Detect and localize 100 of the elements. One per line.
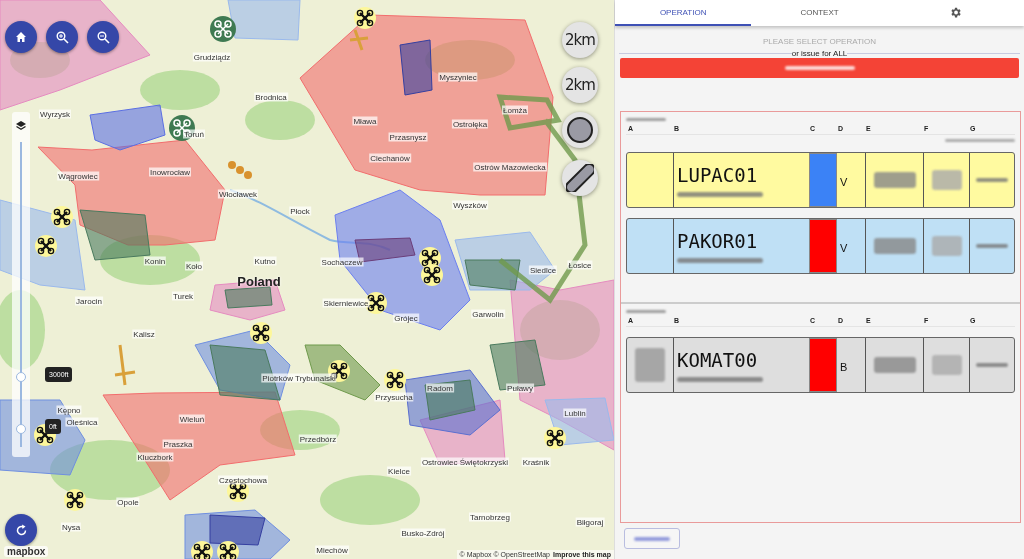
blurred-text <box>873 238 916 254</box>
callsign: PAKOR01 <box>677 229 758 252</box>
place-label: Sochaczew <box>320 257 364 267</box>
place-label: Ostrołęka <box>451 119 489 129</box>
drone-marker[interactable] <box>35 235 57 257</box>
blurred-text <box>931 236 962 256</box>
place-label: Skierniewice <box>322 298 370 308</box>
operation-row[interactable]: LUPAC01 V <box>626 152 1015 208</box>
row-code: B <box>840 361 848 373</box>
place-label: Nysa <box>60 522 82 532</box>
place-label: Kluczbork <box>136 452 174 462</box>
aircraft-marker[interactable] <box>113 343 137 387</box>
place-label: Koło <box>185 261 203 271</box>
blurred-text <box>931 355 962 375</box>
place-label: Wągrowiec <box>57 171 99 181</box>
blurred-text <box>873 172 916 188</box>
place-label: Kraśnik <box>521 457 551 467</box>
blurred-text <box>976 244 1008 248</box>
settings-icon <box>949 5 963 19</box>
blurred-text <box>873 357 916 373</box>
zoom-out-icon <box>96 30 110 44</box>
home-icon <box>15 31 27 43</box>
place-label: Puławy <box>506 383 534 393</box>
place-label: Siedlce <box>528 265 558 275</box>
blurred-text <box>976 363 1008 367</box>
operation-row[interactable]: KOMAT00 B <box>626 337 1015 393</box>
place-label: Przasnysz <box>388 132 428 142</box>
place-label: Tarnobrzeg <box>469 512 511 522</box>
place-label: Piotrków Trybunalski <box>261 373 337 383</box>
place-label: Wyrzysk <box>38 109 72 119</box>
blurred-text <box>626 310 666 313</box>
place-label: Przedbórz <box>298 434 338 444</box>
blurred-text <box>945 139 1015 142</box>
capsule-icon <box>566 164 594 192</box>
place-label: Grójec <box>393 313 419 323</box>
select-operation-prompt: PLEASE SELECT OPERATION <box>761 37 878 46</box>
place-label: Opole <box>116 497 140 507</box>
drone-marker[interactable] <box>421 264 443 286</box>
place-label: Kalisz <box>132 329 156 339</box>
drone-marker[interactable] <box>544 427 566 449</box>
row-code: V <box>840 176 848 188</box>
place-label: Inowrocław <box>149 167 191 177</box>
drone-marker[interactable] <box>217 541 239 559</box>
place-label: Łosice <box>567 260 593 270</box>
airspace-zone[interactable] <box>544 397 614 446</box>
airspace-zone[interactable] <box>209 514 266 546</box>
blurred-text <box>976 178 1008 182</box>
place-label: Miechów <box>315 545 349 555</box>
place-label: Toruń <box>183 129 205 139</box>
place-label: Łomża <box>502 105 528 115</box>
place-label: Kielce <box>387 466 411 476</box>
drone-marker[interactable] <box>210 16 236 42</box>
tab[interactable]: OPERATION <box>615 0 752 26</box>
place-label: Garwolin <box>471 309 505 319</box>
drone-marker[interactable] <box>64 489 86 511</box>
place-label: Turek <box>171 291 195 301</box>
blurred-text <box>626 118 666 121</box>
callsign: LUPAC01 <box>677 163 758 186</box>
slider-handle[interactable] <box>16 371 26 382</box>
drone-marker[interactable] <box>384 369 406 391</box>
place-label: Płock <box>289 206 311 216</box>
callsign: KOMAT00 <box>677 348 758 371</box>
place-label: Radom <box>426 383 454 393</box>
place-label: Oleśnica <box>65 417 99 427</box>
place-label: Lublin <box>563 408 587 418</box>
drone-marker[interactable] <box>51 206 73 228</box>
row-code: V <box>840 242 848 254</box>
place-label: Wieluń <box>178 414 206 424</box>
place-label: Ciechanów <box>369 153 411 163</box>
slider-handle[interactable] <box>16 423 26 434</box>
place-label: Myszyniec <box>438 72 478 82</box>
circle-icon <box>567 117 593 143</box>
place-label: Brodnica <box>254 92 288 102</box>
place-label: Wyszków <box>452 200 488 210</box>
place-label: Częstochowa <box>218 475 268 485</box>
place-label: Jarocin <box>75 296 103 306</box>
place-label: Konin <box>143 256 167 266</box>
refresh-icon <box>14 523 28 537</box>
tab[interactable]: CONTEXT <box>751 0 888 26</box>
forest-area <box>245 100 315 140</box>
place-label: Biłgoraj <box>575 517 605 527</box>
place-label: Busko-Zdrój <box>400 528 446 538</box>
aircraft-marker[interactable] <box>348 28 370 52</box>
zoom-in-icon <box>55 30 69 44</box>
country-label: Poland <box>237 273 281 289</box>
blurred-text <box>931 170 962 190</box>
drone-marker[interactable] <box>250 322 272 344</box>
place-label: Kutno <box>253 256 277 266</box>
drone-marker[interactable] <box>191 541 213 559</box>
map-logo: mapbox <box>4 546 49 557</box>
track-dots <box>228 161 252 179</box>
place-label: Praszka <box>162 439 194 449</box>
place-label: Przysucha <box>374 392 414 402</box>
place-label: Włocławek <box>217 189 259 199</box>
operation-row[interactable]: PAKOR01 V <box>626 218 1015 274</box>
drone-marker[interactable] <box>354 7 376 29</box>
place-label: Grudziądz <box>192 52 232 62</box>
layers-icon <box>15 120 27 132</box>
place-label: Ostrów Mazowiecka <box>473 162 547 172</box>
divider-text: or issue for ALL <box>791 49 848 58</box>
